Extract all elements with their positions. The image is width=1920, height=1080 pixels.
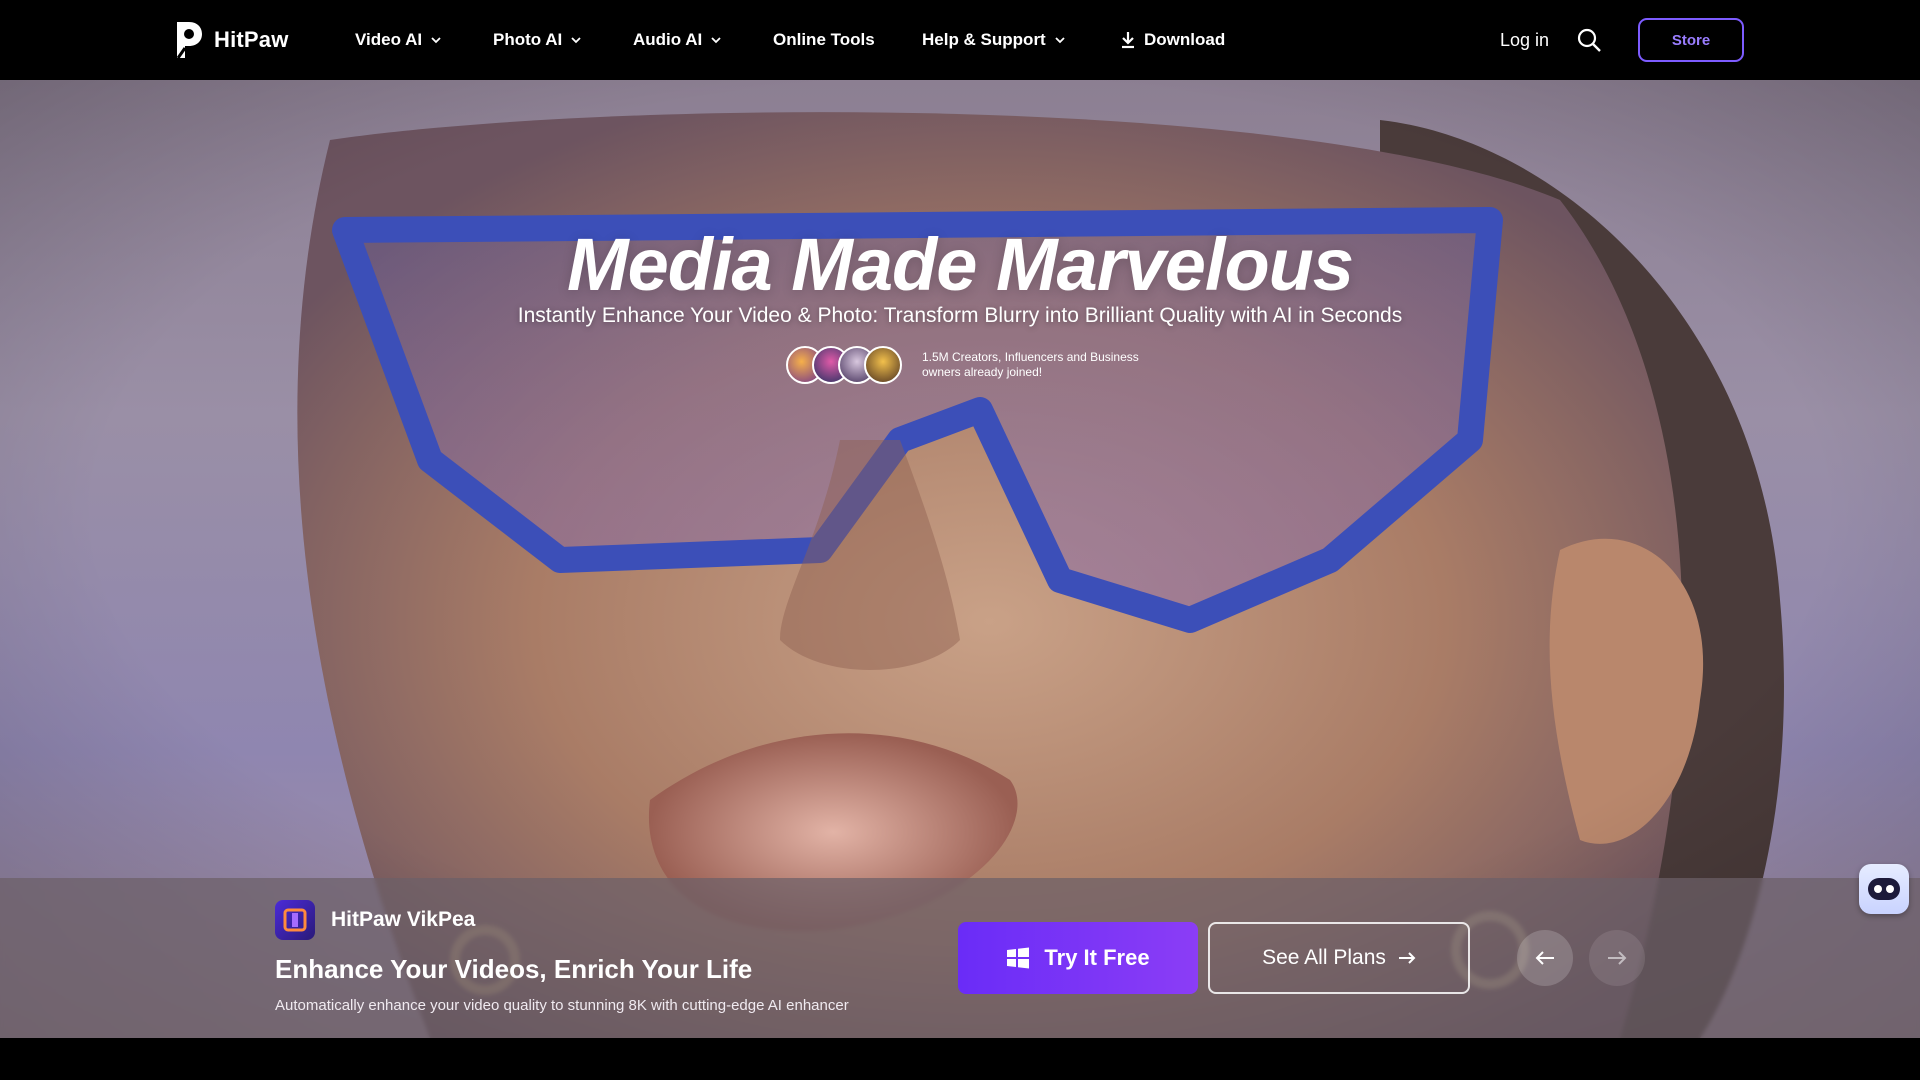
carousel-prev-button[interactable] <box>1517 930 1573 986</box>
brand-logo[interactable]: HitPaw <box>174 18 289 62</box>
hero-subtitle: Instantly Enhance Your Video & Photo: Tr… <box>517 304 1403 327</box>
product-header: HitPaw VikPea <box>275 900 475 940</box>
nav-audio-ai[interactable]: Audio AI <box>633 26 722 54</box>
brand-name: HitPaw <box>214 27 289 52</box>
nav-audio-ai-label: Audio AI <box>633 30 703 49</box>
login-link[interactable]: Log in <box>1500 26 1549 54</box>
arrow-right-icon <box>1608 951 1627 965</box>
carousel-next-button[interactable] <box>1589 930 1645 986</box>
vikpea-icon <box>275 900 315 940</box>
try-it-free-label: Try It Free <box>1044 945 1150 970</box>
windows-icon <box>1007 947 1030 969</box>
chevron-down-icon <box>711 37 721 44</box>
hitpaw-logo-icon <box>176 22 202 59</box>
top-navigation: HitPaw Video AI Photo AI Audio AI Online… <box>0 0 1920 80</box>
search-icon[interactable] <box>1576 27 1602 53</box>
nav-help-support-label: Help & Support <box>922 30 1046 49</box>
nav-photo-ai-label: Photo AI <box>493 30 563 49</box>
page-bottom-edge <box>0 1038 1920 1080</box>
chevron-down-icon <box>571 37 581 44</box>
nav-online-tools[interactable]: Online Tools <box>773 26 875 54</box>
nav-help-support[interactable]: Help & Support <box>922 26 1066 54</box>
nav-video-ai[interactable]: Video AI <box>355 26 442 54</box>
hero-title: Media Made Marvelous <box>566 223 1354 306</box>
social-proof-text: 1.5M Creators, Influencers and Business … <box>922 350 1139 379</box>
store-button[interactable]: Store <box>1638 18 1744 62</box>
download-icon <box>1122 32 1134 49</box>
nav-download-label: Download <box>1144 30 1226 49</box>
nav-download[interactable]: Download <box>1120 26 1225 54</box>
see-all-plans-button[interactable]: See All Plans <box>1208 922 1470 994</box>
creator-avatars <box>786 346 902 384</box>
nav-video-ai-label: Video AI <box>355 30 423 49</box>
social-proof: 1.5M Creators, Influencers and Business … <box>786 345 1142 385</box>
arrow-right-icon <box>1398 952 1416 964</box>
nav-online-tools-label: Online Tools <box>773 30 875 49</box>
see-all-plans-label: See All Plans <box>1262 946 1386 969</box>
product-description: Automatically enhance your video quality… <box>275 997 849 1014</box>
product-bar: HitPaw VikPea Enhance Your Videos, Enric… <box>0 878 1920 1038</box>
nav-photo-ai[interactable]: Photo AI <box>493 26 582 54</box>
product-tagline: Enhance Your Videos, Enrich Your Life <box>275 954 753 984</box>
arrow-left-icon <box>1535 951 1554 965</box>
try-it-free-button[interactable]: Try It Free <box>958 922 1198 994</box>
robot-chat-icon <box>1868 878 1900 900</box>
product-name: HitPaw VikPea <box>331 908 476 931</box>
chat-assistant-button[interactable] <box>1859 864 1909 914</box>
avatar <box>864 346 902 384</box>
chevron-down-icon <box>431 37 441 44</box>
chevron-down-icon <box>1055 37 1065 44</box>
